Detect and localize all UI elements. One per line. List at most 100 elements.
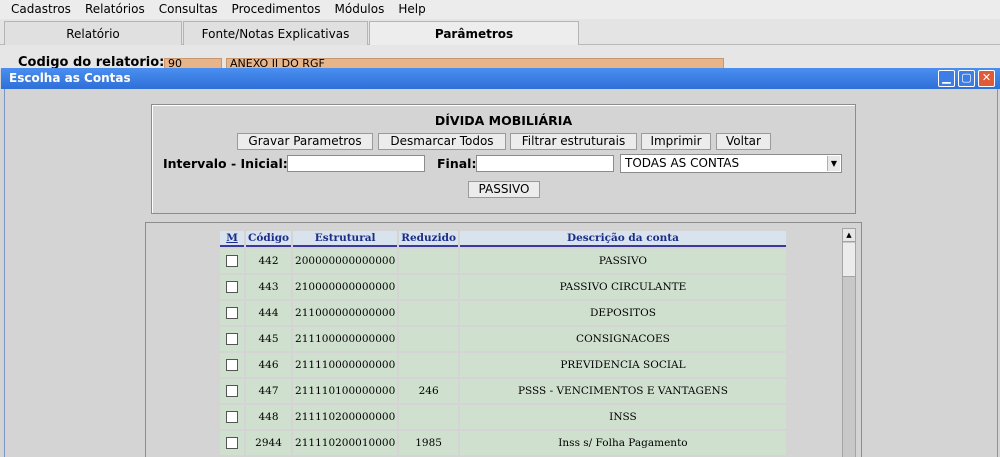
scroll-thumb[interactable] [843,243,855,277]
cell-reduzido [399,327,458,351]
row-checkbox[interactable] [226,359,238,371]
table-row[interactable]: 448 211110200000000 INSS [220,405,786,429]
table-row[interactable]: 443 210000000000000 PASSIVO CIRCULANTE [220,275,786,299]
menu-procedimentos[interactable]: Procedimentos [225,0,328,19]
cell-estrutural: 211110200000000 [293,405,398,429]
row-checkbox-cell [220,431,244,455]
cell-estrutural: 200000000000000 [293,249,398,273]
params-panel: DÍVIDA MOBILIÁRIA Gravar Parametros Desm… [151,104,856,214]
menu-cadastros[interactable]: Cadastros [4,0,78,19]
window-titlebar[interactable]: Escolha as Contas ▁ ▢ ✕ [1,68,1000,89]
row-checkbox[interactable] [226,333,238,345]
tab-parametros[interactable]: Parâmetros [369,21,579,45]
menu-consultas[interactable]: Consultas [152,0,225,19]
menu-help[interactable]: Help [391,0,432,19]
tab-fonte-notas[interactable]: Fonte/Notas Explicativas [183,21,368,45]
cell-estrutural: 210000000000000 [293,275,398,299]
contas-select-value: TODAS AS CONTAS [625,156,740,170]
header-descricao[interactable]: Descrição da conta [459,231,786,247]
table-row[interactable]: 2944 211110200010000 1985 Inss s/ Folha Pag… [220,431,786,455]
final-label: Final: [437,156,477,171]
cell-estrutural: 211110000000000 [293,353,398,377]
cell-codigo: 444 [246,301,292,325]
menubar: Cadastros Relatórios Consultas Procedime… [0,0,1000,19]
table-row[interactable]: 445 211100000000000 CONSIGNACOES [220,327,786,351]
desmarcar-todos-button[interactable]: Desmarcar Todos [378,133,506,150]
cell-estrutural: 211110100000000 [293,379,398,403]
table-row[interactable]: 442 200000000000000 PASSIVO [220,249,786,273]
window-title: Escolha as Contas [9,71,131,85]
row-checkbox-cell [220,379,244,403]
escolha-contas-window: Escolha as Contas ▁ ▢ ✕ DÍVIDA MOBILIÁRI… [1,68,1000,457]
params-title: DÍVIDA MOBILIÁRIA [434,113,573,128]
row-checkbox[interactable] [226,255,238,267]
imprimir-button[interactable]: Imprimir [641,133,711,150]
cell-estrutural: 211000000000000 [293,301,398,325]
cell-codigo: 445 [246,327,292,351]
row-checkbox[interactable] [226,437,238,449]
cell-descricao: Inss s/ Folha Pagamento [459,431,786,455]
passivo-button[interactable]: PASSIVO [468,181,540,198]
voltar-button[interactable]: Voltar [716,133,771,150]
row-checkbox-cell [220,301,244,325]
table-row[interactable]: 446 211110000000000 PREVIDENCIA SOCIAL [220,353,786,377]
cell-codigo: 443 [246,275,292,299]
header-estrutural[interactable]: Estrutural [293,231,398,247]
cell-reduzido [399,405,458,429]
contas-select[interactable]: TODAS AS CONTAS ▼ [620,154,842,173]
cell-estrutural: 211100000000000 [293,327,398,351]
row-checkbox-cell [220,353,244,377]
cell-reduzido [399,301,458,325]
contas-table-area: M Código Estrutural Reduzido Descrição d… [145,222,862,457]
cell-descricao: INSS [459,405,786,429]
tab-relatorio[interactable]: Relatório [4,21,182,45]
row-checkbox-cell [220,275,244,299]
row-checkbox[interactable] [226,307,238,319]
table-row[interactable]: 447 211110100000000 246 PSSS - VENCIMENTOS … [220,379,786,403]
row-checkbox-cell [220,405,244,429]
header-codigo[interactable]: Código [246,231,292,247]
row-checkbox[interactable] [226,411,238,423]
maximize-icon[interactable]: ▢ [958,70,975,87]
row-checkbox[interactable] [226,385,238,397]
cell-descricao: PSSS - VENCIMENTOS E VANTAGENS [459,379,786,403]
cell-reduzido: 246 [399,379,458,403]
row-checkbox-cell [220,327,244,351]
menu-relatorios[interactable]: Relatórios [78,0,152,19]
menu-modulos[interactable]: Módulos [328,0,392,19]
contas-table: M Código Estrutural Reduzido Descrição d… [218,229,788,457]
intervalo-inicial-label: Intervalo - Inicial: [163,156,288,171]
scroll-up-icon[interactable]: ▲ [843,229,855,242]
cell-codigo: 447 [246,379,292,403]
cell-reduzido: 1985 [399,431,458,455]
cell-descricao: PASSIVO CIRCULANTE [459,275,786,299]
tab-bar: Relatório Fonte/Notas Explicativas Parâm… [0,19,1000,45]
cell-codigo: 448 [246,405,292,429]
cell-reduzido [399,249,458,273]
cell-descricao: PREVIDENCIA SOCIAL [459,353,786,377]
cell-reduzido [399,275,458,299]
cell-descricao: DEPOSITOS [459,301,786,325]
cell-estrutural: 211110200010000 [293,431,398,455]
filtrar-estruturais-button[interactable]: Filtrar estruturais [510,133,637,150]
cell-codigo: 446 [246,353,292,377]
minimize-icon[interactable]: ▁ [938,70,955,87]
header-reduzido[interactable]: Reduzido [399,231,458,247]
background-form: Codigo do relatorio: 90 ANEXO II DO RGF [0,45,1000,70]
table-row[interactable]: 444 211000000000000 DEPOSITOS [220,301,786,325]
header-m[interactable]: M [220,231,244,247]
final-input[interactable] [476,155,614,172]
cell-codigo: 2944 [246,431,292,455]
intervalo-inicial-input[interactable] [287,155,425,172]
row-checkbox[interactable] [226,281,238,293]
cell-descricao: PASSIVO [459,249,786,273]
report-code-label: Codigo do relatorio: [18,55,165,69]
gravar-parametros-button[interactable]: Gravar Parametros [237,133,373,150]
cell-descricao: CONSIGNACOES [459,327,786,351]
cell-codigo: 442 [246,249,292,273]
close-icon[interactable]: ✕ [978,70,995,87]
cell-reduzido [399,353,458,377]
table-scrollbar[interactable]: ▲ [842,228,856,457]
row-checkbox-cell [220,249,244,273]
chevron-down-icon[interactable]: ▼ [827,156,840,171]
